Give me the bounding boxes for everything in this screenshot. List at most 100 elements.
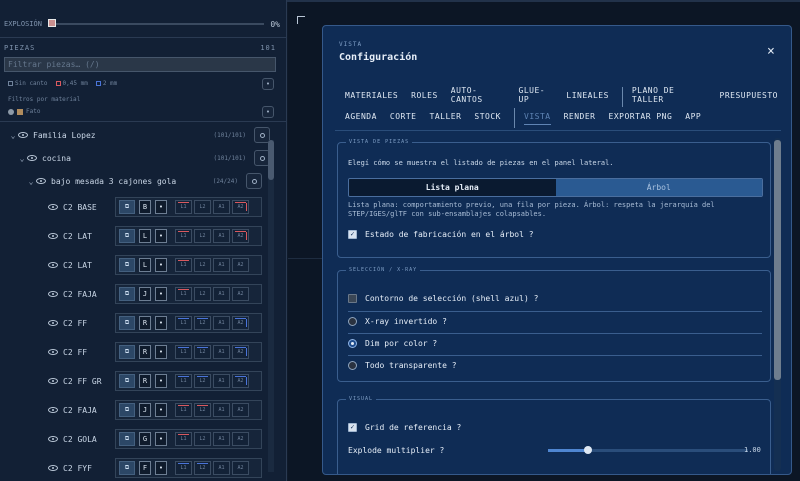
edge-cell[interactable]: L2: [194, 287, 211, 301]
tab-presupuesto[interactable]: PRESUPUESTO: [720, 91, 778, 103]
part-row[interactable]: C2 FAJA ⧉ J • L1 L2 A1 A2: [48, 399, 262, 421]
edge-cell[interactable]: A2: [232, 345, 249, 359]
close-icon[interactable]: ×: [767, 44, 775, 59]
part-letter[interactable]: L: [139, 258, 151, 272]
edge-cell[interactable]: L2: [194, 461, 211, 475]
part-image-icon[interactable]: ⧉: [119, 200, 135, 214]
eye-icon[interactable]: [48, 233, 58, 239]
part-image-icon[interactable]: ⧉: [119, 229, 135, 243]
part-image-icon[interactable]: ⧉: [119, 374, 135, 388]
material-filter-button[interactable]: •: [262, 106, 274, 118]
tree-node-group[interactable]: ⌄ bajo mesada 3 cajones gola (24/24): [26, 170, 262, 192]
edge-cell[interactable]: A1: [213, 374, 230, 388]
part-letter[interactable]: R: [139, 374, 151, 388]
filter-input[interactable]: Filtrar piezas… (/): [4, 57, 276, 72]
edge-cell[interactable]: A2: [232, 200, 249, 214]
tab-materiales[interactable]: MATERIALES: [345, 91, 398, 103]
tab-auto-cantos[interactable]: AUTO-CANTOS: [451, 86, 506, 107]
part-image-icon[interactable]: ⧉: [119, 403, 135, 417]
explode-multiplier-slider[interactable]: [548, 446, 748, 454]
part-letter[interactable]: J: [139, 287, 151, 301]
part-dot-button[interactable]: •: [155, 258, 167, 272]
part-dot-button[interactable]: •: [155, 287, 167, 301]
eye-icon[interactable]: [48, 320, 58, 326]
edge-cell[interactable]: A1: [213, 229, 230, 243]
part-row[interactable]: C2 GOLA ⧉ G • L1 L2 A1 A2: [48, 428, 262, 450]
edge-cell[interactable]: L2: [194, 374, 211, 388]
part-dot-button[interactable]: •: [155, 461, 167, 475]
tab-exportar-png[interactable]: EXPORTAR PNG: [609, 112, 673, 124]
eye-icon[interactable]: [48, 465, 58, 471]
checkbox-unchecked-icon[interactable]: [348, 294, 357, 303]
part-letter[interactable]: F: [139, 461, 151, 475]
edge-cell[interactable]: A2: [232, 461, 249, 475]
part-dot-button[interactable]: •: [155, 345, 167, 359]
part-image-icon[interactable]: ⧉: [119, 316, 135, 330]
edge-cell[interactable]: A2: [232, 258, 249, 272]
edge-cell[interactable]: A2: [232, 316, 249, 330]
modal-scrollbar-thumb[interactable]: [774, 140, 781, 380]
part-dot-button[interactable]: •: [155, 229, 167, 243]
eye-icon[interactable]: [36, 178, 46, 184]
option-todo-transparente[interactable]: Todo transparente ?: [348, 361, 457, 370]
edge-cell[interactable]: A1: [213, 461, 230, 475]
option-xray-invertido[interactable]: X-ray invertido ?: [348, 317, 447, 326]
edge-cell[interactable]: A1: [213, 316, 230, 330]
edge-cell[interactable]: A1: [213, 432, 230, 446]
eye-icon[interactable]: [48, 349, 58, 355]
tab-corte[interactable]: CORTE: [390, 112, 417, 124]
option-grid-referencia[interactable]: ✓ Grid de referencia ?: [348, 423, 461, 432]
edge-cell[interactable]: L2: [194, 345, 211, 359]
tree-node-room[interactable]: ⌄ cocina (101/101): [17, 147, 270, 169]
edge-cell[interactable]: L1: [175, 316, 192, 330]
tab-agenda[interactable]: AGENDA: [345, 112, 377, 124]
explode-slider[interactable]: [47, 19, 265, 27]
edge-cell[interactable]: L1: [175, 374, 192, 388]
tree-scrollbar-thumb[interactable]: [268, 140, 274, 180]
edge-cell[interactable]: A1: [213, 258, 230, 272]
eye-icon[interactable]: [48, 378, 58, 384]
tab-taller[interactable]: TALLER: [430, 112, 462, 124]
edge-cell[interactable]: L1: [175, 287, 192, 301]
option-lista-plana[interactable]: Lista plana: [349, 179, 556, 196]
part-image-icon[interactable]: ⧉: [119, 345, 135, 359]
edge-cell[interactable]: A2: [232, 229, 249, 243]
edge-cell[interactable]: A2: [232, 403, 249, 417]
legend-toggle-button[interactable]: •: [262, 78, 274, 90]
edge-cell[interactable]: A2: [232, 374, 249, 388]
edge-cell[interactable]: L2: [194, 229, 211, 243]
part-image-icon[interactable]: ⧉: [119, 432, 135, 446]
part-dot-button[interactable]: •: [155, 374, 167, 388]
edge-cell[interactable]: L1: [175, 432, 192, 446]
part-image-icon[interactable]: ⧉: [119, 258, 135, 272]
edge-cell[interactable]: L2: [194, 258, 211, 272]
edge-cell[interactable]: L1: [175, 258, 192, 272]
edge-cell[interactable]: L1: [175, 461, 192, 475]
part-letter[interactable]: J: [139, 403, 151, 417]
tab-glue-up[interactable]: GLUE-UP: [519, 86, 554, 107]
edge-cell[interactable]: L2: [194, 432, 211, 446]
tree-node-root[interactable]: ⌄ Familia Lopez (101/101): [8, 124, 270, 146]
edge-cell[interactable]: A1: [213, 200, 230, 214]
edge-cell[interactable]: L1: [175, 403, 192, 417]
eye-icon[interactable]: [27, 155, 37, 161]
tab-stock[interactable]: STOCK: [474, 112, 501, 124]
part-letter[interactable]: B: [139, 200, 151, 214]
edge-cell[interactable]: A2: [232, 287, 249, 301]
option-arbol[interactable]: Árbol: [555, 179, 762, 196]
material-filter[interactable]: Fato: [8, 108, 40, 115]
option-estado-fabricacion[interactable]: ✓ Estado de fabricación en el árbol ?: [348, 230, 534, 239]
part-row[interactable]: C2 LAT ⧉ L • L1 L2 A1 A2: [48, 225, 262, 247]
eye-icon[interactable]: [48, 291, 58, 297]
tab-app[interactable]: APP: [685, 112, 701, 124]
chevron-down-icon[interactable]: ⌄: [17, 154, 27, 163]
part-image-icon[interactable]: ⧉: [119, 287, 135, 301]
modal-scrollbar[interactable]: [774, 138, 781, 471]
edge-cell[interactable]: A1: [213, 403, 230, 417]
tab-roles[interactable]: ROLES: [411, 91, 438, 103]
checkbox-checked-icon[interactable]: ✓: [348, 230, 357, 239]
edge-cell[interactable]: A1: [213, 287, 230, 301]
radio-unselected-icon[interactable]: [348, 361, 357, 370]
edge-cell[interactable]: L1: [175, 345, 192, 359]
edge-cell[interactable]: L2: [194, 403, 211, 417]
